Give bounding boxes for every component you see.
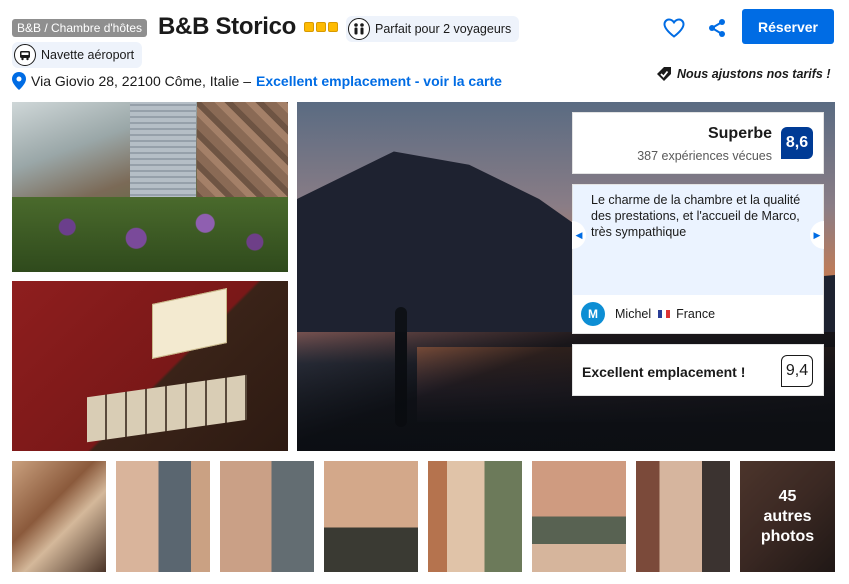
- location-card[interactable]: Excellent emplacement ! 9,4: [572, 344, 824, 396]
- star-icon: [328, 22, 338, 32]
- reviewer-country: France: [676, 307, 716, 321]
- rating-card[interactable]: Superbe 387 expériences vécues 8,6: [572, 112, 824, 174]
- map-pin-icon: [12, 72, 26, 90]
- heart-icon: [663, 18, 685, 38]
- property-type-badge: B&B / Chambre d'hôtes: [12, 19, 148, 37]
- thumbnail-6[interactable]: [532, 461, 626, 572]
- more-photos-line2: photos: [760, 528, 815, 545]
- photo-guestbook[interactable]: [12, 281, 288, 451]
- price-tag-icon: [657, 67, 671, 81]
- two-people-icon: [348, 18, 370, 40]
- review-text: Le charme de la chambre et la qualité de…: [591, 193, 801, 239]
- thumbnail-7[interactable]: [636, 461, 730, 572]
- star-icon: [316, 22, 326, 32]
- map-link[interactable]: Excellent emplacement - voir la carte: [256, 73, 502, 89]
- hotel-name: B&B Storico: [158, 13, 297, 40]
- reviewer-name: Michel: [615, 307, 652, 321]
- more-photos-line1: autres: [763, 508, 812, 525]
- shuttle-pill: Navette aéroport: [12, 42, 143, 68]
- shuttle-label: Navette aéroport: [41, 48, 135, 62]
- star-rating: [304, 22, 338, 32]
- chevron-right-icon: ▶: [813, 229, 821, 240]
- thumbnail-1[interactable]: [12, 461, 106, 572]
- travellers-pill: Parfait pour 2 voyageurs: [346, 16, 520, 42]
- thumbnail-2[interactable]: [116, 461, 210, 572]
- star-icon: [304, 22, 314, 32]
- reviewer: M Michel France: [573, 295, 823, 333]
- thumbnail-5[interactable]: [428, 461, 522, 572]
- avatar: M: [581, 302, 605, 326]
- thumbnail-4[interactable]: [324, 461, 418, 572]
- next-review-button[interactable]: ▶: [810, 221, 824, 249]
- guestbook: [152, 288, 227, 359]
- address-row: Via Giovio 28, 22100 Côme, Italie – Exce…: [12, 72, 502, 90]
- score-badge: 8,6: [781, 127, 813, 159]
- address-text: Via Giovio 28, 22100 Côme, Italie –: [31, 73, 251, 89]
- review-card: Le charme de la chambre et la qualité de…: [572, 184, 824, 334]
- review-count[interactable]: 387 expériences vécues: [637, 149, 772, 163]
- rating-label: Superbe: [707, 125, 772, 142]
- photo-terrace-flowers[interactable]: [12, 102, 288, 272]
- travellers-label: Parfait pour 2 voyageurs: [375, 22, 512, 36]
- more-photos-label: 45 autres photos: [740, 487, 835, 547]
- favorite-button[interactable]: [662, 16, 686, 40]
- location-score: 9,4: [781, 355, 813, 387]
- shuttle-bus-icon: [14, 44, 36, 66]
- price-note-text: Nous ajustons nos tarifs !: [677, 67, 831, 81]
- more-photos-thumbnail[interactable]: 45 autres photos: [740, 461, 835, 572]
- share-icon: [709, 19, 725, 37]
- france-flag-icon: [658, 310, 671, 318]
- reserve-button[interactable]: Réserver: [742, 9, 834, 44]
- share-button[interactable]: [706, 17, 728, 39]
- postcards: [87, 374, 247, 443]
- location-label: Excellent emplacement !: [582, 364, 746, 380]
- price-note: Nous ajustons nos tarifs !: [656, 66, 831, 82]
- flowers: [12, 197, 288, 272]
- chevron-left-icon: ◀: [575, 229, 583, 240]
- more-photos-count: 45: [778, 488, 797, 505]
- previous-review-button[interactable]: ◀: [572, 221, 586, 249]
- thumbnail-3[interactable]: [220, 461, 314, 572]
